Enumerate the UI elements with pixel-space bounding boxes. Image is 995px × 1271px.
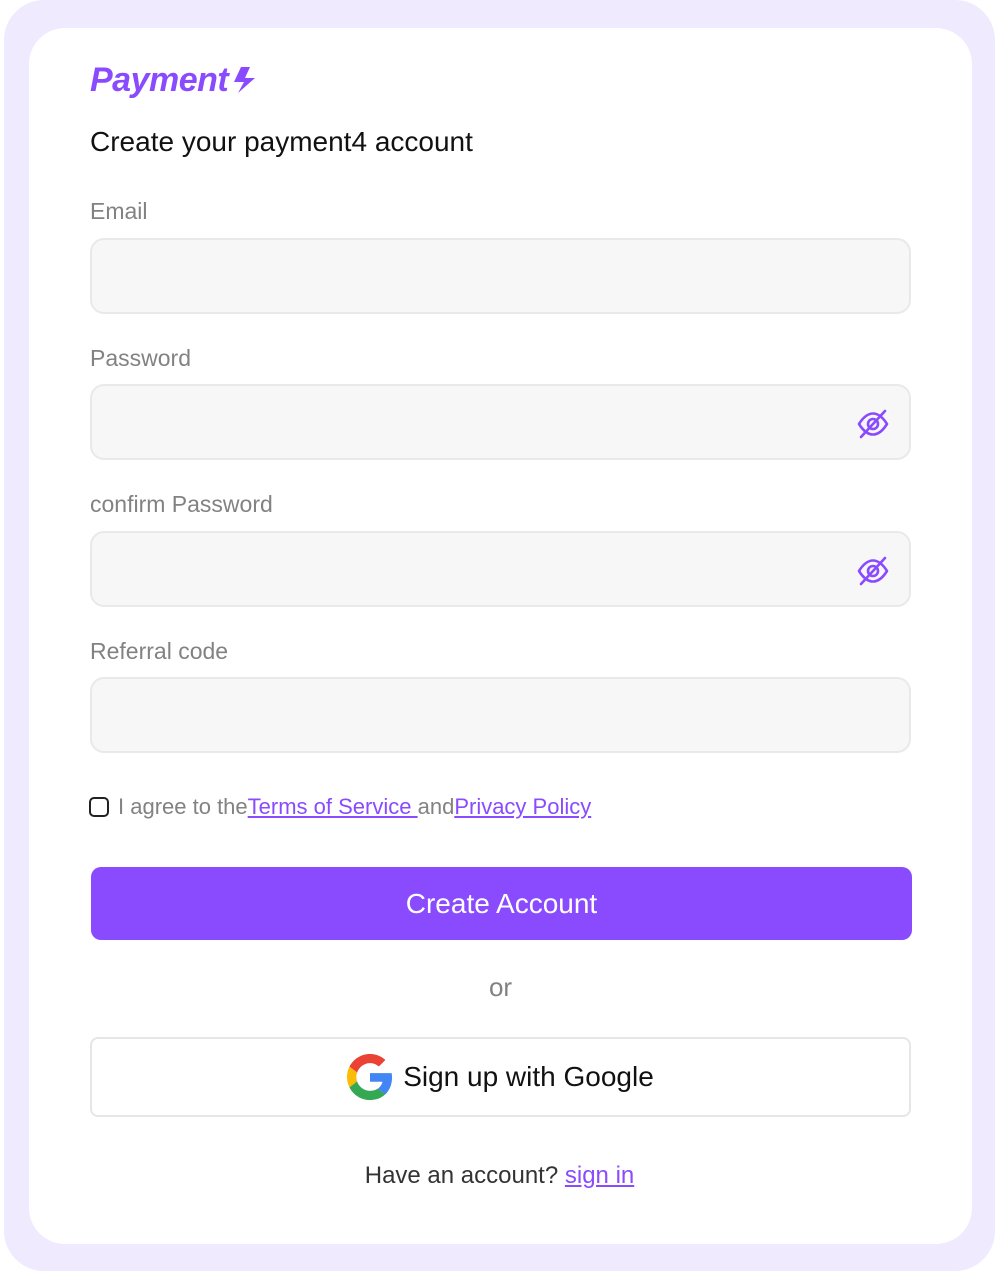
terms-of-service-link[interactable]: Terms of Service xyxy=(248,794,418,820)
password-field[interactable] xyxy=(92,386,909,458)
confirm-password-label: confirm Password xyxy=(90,491,273,517)
google-signup-button[interactable]: Sign up with Google xyxy=(90,1037,911,1117)
sign-in-link[interactable]: sign in xyxy=(565,1162,634,1189)
google-button-label: Sign up with Google xyxy=(403,1061,654,1092)
email-field[interactable] xyxy=(92,240,909,312)
brand-name: Payment xyxy=(90,60,229,99)
eye-off-icon[interactable] xyxy=(855,406,891,442)
referral-code-field[interactable] xyxy=(92,679,909,751)
referral-label: Referral code xyxy=(90,638,229,664)
confirm-password-field[interactable] xyxy=(92,533,909,605)
bolt-icon xyxy=(234,67,256,93)
brand-logo: Payment xyxy=(90,58,256,102)
have-account-text: Have an account? xyxy=(364,1162,565,1189)
signin-prompt: Have an account? sign in xyxy=(0,1162,995,1190)
create-account-button[interactable]: Create Account xyxy=(91,867,912,940)
password-label: Password xyxy=(90,345,191,371)
email-field-box xyxy=(90,238,911,314)
password-field-box xyxy=(90,384,911,460)
email-label: Email xyxy=(90,198,148,224)
agree-prefix: I agree to the xyxy=(118,794,248,819)
page-title: Create your payment4 account xyxy=(90,126,473,157)
privacy-policy-link[interactable]: Privacy Policy xyxy=(454,794,591,820)
confirm-password-field-box xyxy=(90,531,911,607)
referral-field-box xyxy=(90,677,911,753)
google-icon xyxy=(347,1054,393,1100)
or-divider: or xyxy=(488,972,513,1002)
terms-checkbox[interactable] xyxy=(89,797,109,817)
eye-off-icon[interactable] xyxy=(855,553,891,589)
terms-agreement: I agree to the Terms of Service and Privac… xyxy=(89,792,591,822)
agree-and: and xyxy=(417,794,455,819)
